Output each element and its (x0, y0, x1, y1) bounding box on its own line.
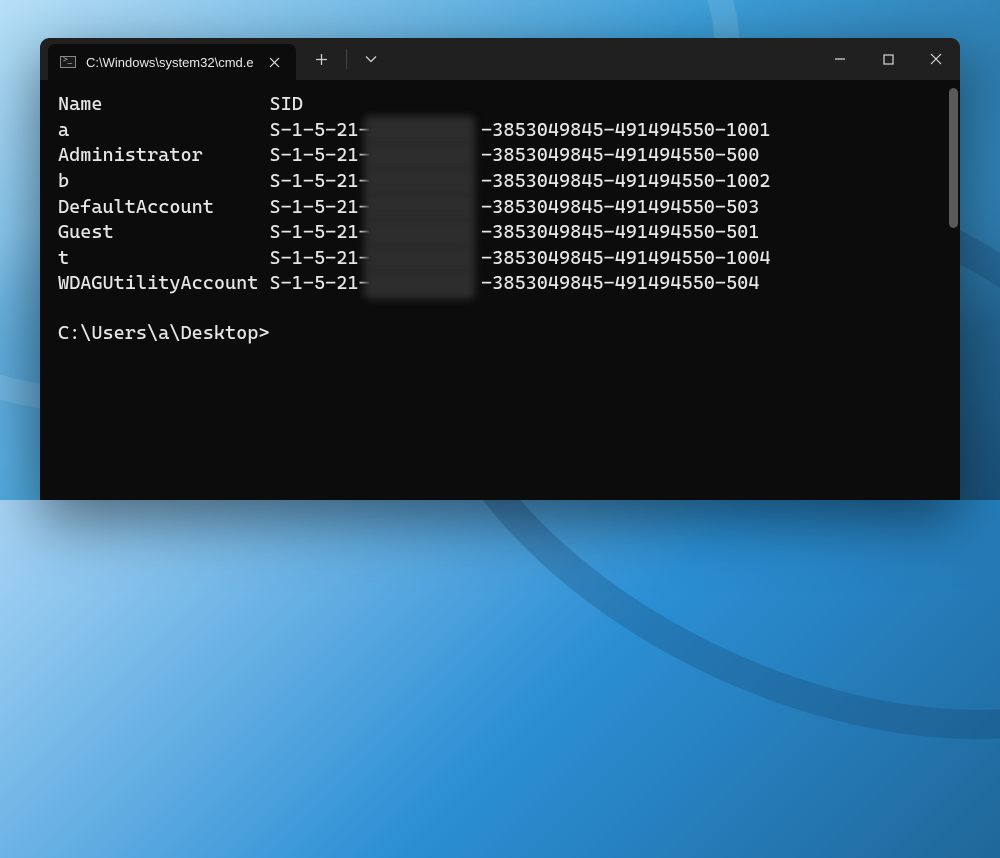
divider (346, 49, 347, 69)
maximize-icon (883, 54, 894, 65)
prompt-text: C:\Users\a\Desktop> (58, 322, 270, 344)
sid-suffix: -3853049845-491494550-1004 (481, 247, 770, 269)
tab-actions (296, 38, 389, 80)
account-sid: S-1-5-21-XXXXXXXXXX-3853049845-491494550… (270, 220, 760, 246)
sid-suffix: -3853049845-491494550-500 (481, 144, 759, 166)
output-row: bS-1-5-21-XXXXXXXXXX-3853049845-49149455… (58, 169, 942, 195)
maximize-button[interactable] (864, 38, 912, 80)
minimize-button[interactable] (816, 38, 864, 80)
plus-icon (315, 53, 328, 66)
account-sid: S-1-5-21-XXXXXXXXXX-3853049845-491494550… (270, 271, 760, 297)
sid-prefix: S-1-5-21- (270, 144, 370, 166)
close-icon (269, 57, 280, 68)
terminal-output[interactable]: Name SID aS-1-5-21-XXXXXXXXXX-3853049845… (40, 80, 960, 500)
terminal-window: C:\Windows\system32\cmd.e (40, 38, 960, 500)
account-name: DefaultAccount (58, 195, 270, 221)
chevron-down-icon (365, 55, 377, 63)
output-row: GuestS-1-5-21-XXXXXXXXXX-3853049845-4914… (58, 220, 942, 246)
scrollbar-thumb[interactable] (949, 88, 958, 228)
tab-cmd[interactable]: C:\Windows\system32\cmd.e (48, 44, 296, 80)
output-row: tS-1-5-21-XXXXXXXXXX-3853049845-49149455… (58, 246, 942, 272)
cmd-icon (60, 56, 76, 68)
account-sid: S-1-5-21-XXXXXXXXXX-3853049845-491494550… (270, 246, 771, 272)
close-icon (930, 53, 942, 65)
tab-dropdown-button[interactable] (353, 41, 389, 77)
sid-prefix: S-1-5-21- (270, 247, 370, 269)
account-name: a (58, 118, 270, 144)
account-name: WDAGUtilityAccount (58, 271, 270, 297)
output-row: AdministratorS-1-5-21-XXXXXXXXXX-3853049… (58, 143, 942, 169)
sid-prefix: S-1-5-21- (270, 272, 370, 294)
output-row: aS-1-5-21-XXXXXXXXXX-3853049845-49149455… (58, 118, 942, 144)
column-header-sid: SID (270, 92, 303, 118)
output-row: WDAGUtilityAccountS-1-5-21-XXXXXXXXXX-38… (58, 271, 942, 297)
account-sid: S-1-5-21-XXXXXXXXXX-3853049845-491494550… (270, 195, 760, 221)
minimize-icon (834, 53, 846, 65)
sid-suffix: -3853049845-491494550-501 (481, 221, 759, 243)
tab-strip: C:\Windows\system32\cmd.e (40, 38, 296, 80)
account-sid: S-1-5-21-XXXXXXXXXX-3853049845-491494550… (270, 143, 760, 169)
new-tab-button[interactable] (304, 41, 340, 77)
account-sid: S-1-5-21-XXXXXXXXXX-3853049845-491494550… (270, 169, 771, 195)
account-name: Administrator (58, 143, 270, 169)
prompt: C:\Users\a\Desktop> (58, 321, 942, 347)
sid-suffix: -3853049845-491494550-504 (481, 272, 759, 294)
redaction-overlay (364, 269, 475, 299)
window-controls (816, 38, 960, 80)
output-row: DefaultAccountS-1-5-21-XXXXXXXXXX-385304… (58, 195, 942, 221)
close-tab-button[interactable] (264, 51, 286, 73)
sid-prefix: S-1-5-21- (270, 170, 370, 192)
account-name: b (58, 169, 270, 195)
close-window-button[interactable] (912, 38, 960, 80)
sid-suffix: -3853049845-491494550-1002 (481, 170, 770, 192)
sid-prefix: S-1-5-21- (270, 221, 370, 243)
sid-suffix: -3853049845-491494550-503 (481, 196, 759, 218)
sid-prefix: S-1-5-21- (270, 119, 370, 141)
sid-suffix: -3853049845-491494550-1001 (481, 119, 770, 141)
sid-prefix: S-1-5-21- (270, 196, 370, 218)
column-header-name: Name (58, 92, 270, 118)
header-row: Name SID (58, 92, 942, 118)
account-name: Guest (58, 220, 270, 246)
title-bar[interactable]: C:\Windows\system32\cmd.e (40, 38, 960, 80)
account-name: t (58, 246, 270, 272)
tab-title: C:\Windows\system32\cmd.e (86, 55, 254, 70)
account-sid: S-1-5-21-XXXXXXXXXX-3853049845-491494550… (270, 118, 771, 144)
